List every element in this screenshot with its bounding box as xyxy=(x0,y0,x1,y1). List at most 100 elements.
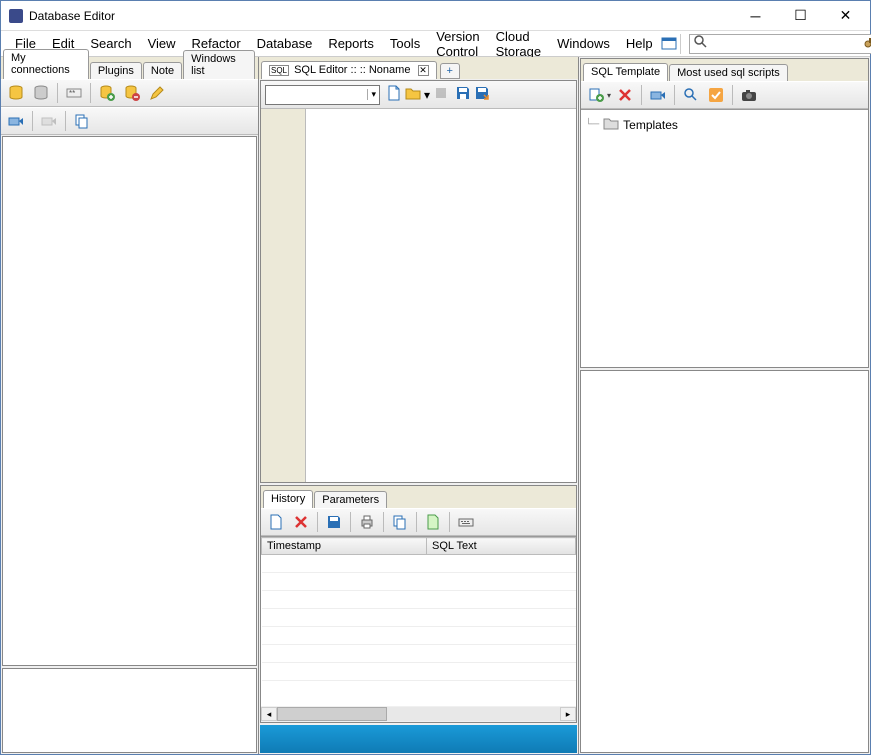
folder-icon xyxy=(603,115,619,134)
right-top-panel: SQL Template Most used sql scripts ▾ └─ xyxy=(580,58,869,368)
history-export-icon[interactable] xyxy=(422,511,444,533)
history-scrollbar[interactable]: ◂ ▸ xyxy=(261,706,576,722)
new-doc-icon[interactable] xyxy=(386,85,402,104)
table-row[interactable] xyxy=(262,573,576,591)
maximize-button[interactable]: ☐ xyxy=(778,2,823,30)
sql-editor-zone: ▾ ▾ xyxy=(260,80,577,483)
scroll-left-arrow[interactable]: ◂ xyxy=(261,707,277,721)
tree-connector: └─ xyxy=(585,119,599,130)
menu-reports[interactable]: Reports xyxy=(320,33,382,54)
camera-icon[interactable] xyxy=(738,84,760,106)
binoculars-icon[interactable] xyxy=(864,34,871,53)
database-icon[interactable] xyxy=(5,82,27,104)
minimize-button[interactable]: ─ xyxy=(733,2,778,30)
menu-search-box[interactable] xyxy=(689,34,871,54)
right-tab-strip: SQL Template Most used sql scripts xyxy=(581,59,868,81)
search-input[interactable] xyxy=(709,37,864,51)
app-icon xyxy=(9,9,23,23)
left-bottom-panel[interactable] xyxy=(2,668,257,753)
asterisk-icon[interactable]: ** xyxy=(63,82,85,104)
menu-windows[interactable]: Windows xyxy=(549,33,618,54)
col-timestamp[interactable]: Timestamp xyxy=(262,538,427,555)
menu-view[interactable]: View xyxy=(140,33,184,54)
sql-gutter xyxy=(261,109,306,482)
open-dropdown-arrow[interactable]: ▾ xyxy=(424,88,430,102)
history-delete-icon[interactable] xyxy=(290,511,312,533)
history-print-icon[interactable] xyxy=(356,511,378,533)
check-icon[interactable] xyxy=(705,84,727,106)
history-table-wrap: Timestamp SQL Text ◂ xyxy=(261,536,576,722)
table-row[interactable] xyxy=(262,645,576,663)
add-icon[interactable] xyxy=(96,82,118,104)
menu-help[interactable]: Help xyxy=(618,33,661,54)
status-bluebar xyxy=(260,725,577,753)
tree-node-templates[interactable]: └─ Templates xyxy=(585,114,864,135)
sql-text-area[interactable] xyxy=(306,109,576,482)
tab-parameters[interactable]: Parameters xyxy=(314,491,387,508)
refresh-icon[interactable] xyxy=(647,84,669,106)
editor-toolbar: ▾ ▾ xyxy=(261,81,576,109)
left-panel: My connections Plugins Note Windows list… xyxy=(1,57,259,754)
save-as-icon[interactable] xyxy=(474,85,490,104)
template-tree[interactable]: └─ Templates xyxy=(581,109,868,367)
template-toolbar: ▾ xyxy=(581,81,868,109)
connect-icon[interactable] xyxy=(5,110,27,132)
table-row[interactable] xyxy=(262,663,576,681)
tab-my-connections[interactable]: My connections xyxy=(3,49,89,79)
scroll-thumb[interactable] xyxy=(277,707,387,721)
history-panel: History Parameters Times xyxy=(260,485,577,723)
left-tab-strip: My connections Plugins Note Windows list xyxy=(1,57,258,79)
menu-database[interactable]: Database xyxy=(249,33,321,54)
save-icon[interactable] xyxy=(455,85,471,104)
table-row[interactable] xyxy=(262,609,576,627)
search-icon xyxy=(693,34,709,53)
remove-template-icon[interactable] xyxy=(614,84,636,106)
connections-tree[interactable] xyxy=(2,136,257,666)
sql-editor-body[interactable] xyxy=(261,109,576,482)
tree-root-label: Templates xyxy=(623,118,678,132)
tab-history[interactable]: History xyxy=(263,490,313,508)
disconnect-icon[interactable] xyxy=(38,110,60,132)
table-row[interactable] xyxy=(262,627,576,645)
close-button[interactable]: ✕ xyxy=(823,2,868,30)
search-template-icon[interactable] xyxy=(680,84,702,106)
open-folder-icon[interactable] xyxy=(405,85,421,104)
history-save-icon[interactable] xyxy=(323,511,345,533)
window-icon[interactable] xyxy=(661,36,676,51)
database-grey-icon[interactable] xyxy=(30,82,52,104)
editor-tab-label: SQL Editor :: :: Noname xyxy=(294,64,410,76)
tab-most-used[interactable]: Most used sql scripts xyxy=(669,64,788,81)
history-keyboard-icon[interactable] xyxy=(455,511,477,533)
history-table[interactable]: Timestamp SQL Text xyxy=(261,537,576,681)
editor-tab-strip: SQL SQL Editor :: :: Noname ✕ + xyxy=(259,57,578,79)
left-toolbar-2 xyxy=(1,107,258,135)
tab-plugins[interactable]: Plugins xyxy=(90,62,142,79)
menu-tools[interactable]: Tools xyxy=(382,33,428,54)
col-sqltext[interactable]: SQL Text xyxy=(427,538,576,555)
table-row[interactable] xyxy=(262,555,576,573)
tab-sql-editor[interactable]: SQL SQL Editor :: :: Noname ✕ xyxy=(261,61,437,79)
left-toolbar-1: ** xyxy=(1,79,258,107)
table-row[interactable] xyxy=(262,591,576,609)
connection-dropdown[interactable]: ▾ xyxy=(265,85,380,105)
new-template-icon[interactable] xyxy=(585,84,607,106)
copy-icon[interactable] xyxy=(71,110,93,132)
menu-search[interactable]: Search xyxy=(82,33,139,54)
history-toolbar xyxy=(261,508,576,536)
right-panel: SQL Template Most used sql scripts ▾ └─ xyxy=(579,57,870,754)
tab-note[interactable]: Note xyxy=(143,62,182,79)
remove-icon[interactable] xyxy=(121,82,143,104)
right-bottom-panel[interactable] xyxy=(580,370,869,753)
close-tab-icon[interactable]: ✕ xyxy=(418,65,429,76)
scroll-right-arrow[interactable]: ▸ xyxy=(560,707,576,721)
pencil-icon[interactable] xyxy=(146,82,168,104)
tab-windows-list[interactable]: Windows list xyxy=(183,50,255,79)
history-new-icon[interactable] xyxy=(265,511,287,533)
window-title: Database Editor xyxy=(29,9,115,23)
add-tab-button[interactable]: + xyxy=(440,63,460,79)
new-template-dropdown[interactable]: ▾ xyxy=(607,91,611,100)
center-panel: SQL SQL Editor :: :: Noname ✕ + ▾ ▾ xyxy=(259,57,579,754)
stop-icon[interactable] xyxy=(433,85,449,104)
tab-sql-template[interactable]: SQL Template xyxy=(583,63,668,81)
history-copy-icon[interactable] xyxy=(389,511,411,533)
